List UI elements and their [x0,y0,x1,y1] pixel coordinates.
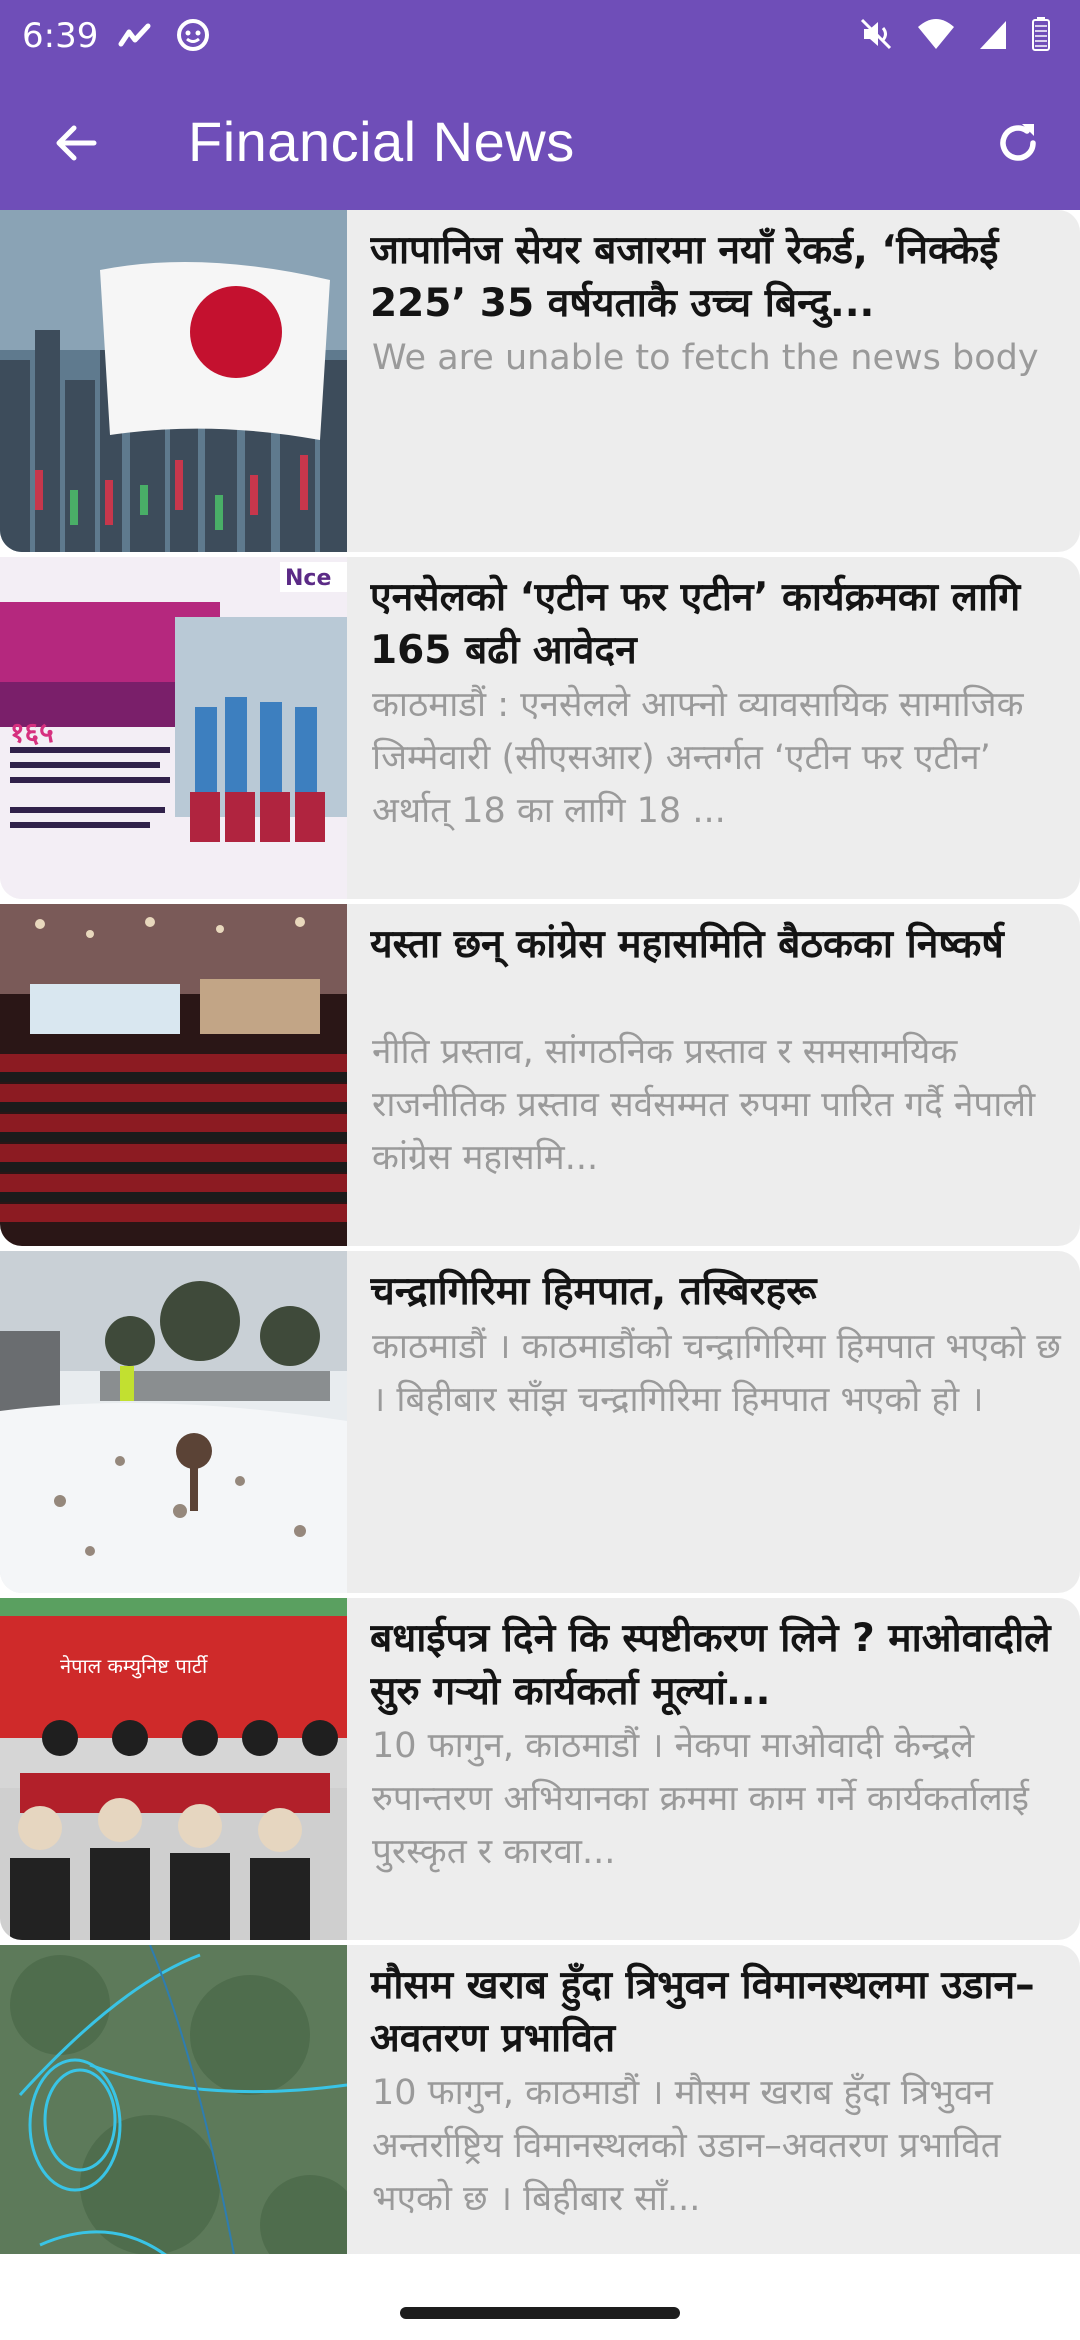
japan-flag-city-image [0,210,347,552]
battery-icon [1030,16,1052,56]
maoist-meeting-image: नेपाल कम्युनिष्ट पार्टी [0,1598,347,1940]
ncell-community-image: १६५ Nce [0,557,347,899]
news-item[interactable]: जापानिज सेयर बजारमा नयाँ रेकर्ड, ‘निक्के… [0,210,1080,552]
news-body: काठमाडौं : एनसेलले आफ्नो व्यावसायिक सामा… [372,685,1024,831]
news-title: यस्ता छन् कांग्रेस महासमिति बैठकका निष्क… [370,922,1004,967]
news-item[interactable]: १६५ Nce एनसेलको ‘एटीन फर एटीन’ कार्यक्रम… [0,557,1080,899]
arrow-left-icon [56,125,97,161]
svg-text:Nce: Nce [285,566,331,591]
mute-icon [858,16,894,56]
status-bar: 6:39 [0,0,1080,75]
page-title: Financial News [188,110,575,173]
news-title: एनसेलको ‘एटीन फर एटीन’ कार्यक्रमका लागि … [370,575,1021,673]
home-gesture-handle[interactable] [400,2307,680,2319]
news-body: नीति प्रस्ताव, सांगठनिक प्रस्ताव र समसाम… [372,1032,1036,1178]
congress-hall-image [0,904,347,1246]
news-title: चन्द्रागिरिमा हिमपात, तस्बिरहरू [370,1269,817,1314]
trend-icon [118,20,152,54]
navigation-bar [0,2275,1080,2340]
wifi-icon [916,17,956,55]
signal-icon [978,17,1008,55]
news-item[interactable]: नेपाल कम्युनिष्ट पार्टी बधाईपत्र दिने कि… [0,1598,1080,1940]
news-title: मौसम खराब हुँदा त्रिभुवन विमानस्थलमा उडा… [370,1963,1035,2061]
news-body: काठमाडौं । काठमाडौंको चन्द्रागिरिमा हिमप… [372,1327,1061,1420]
news-title: बधाईपत्र दिने कि स्पष्टीकरण लिने ? माओवा… [370,1616,1051,1714]
snowfall-image [0,1251,347,1593]
news-item[interactable]: चन्द्रागिरिमा हिमपात, तस्बिरहरू काठमाडौं… [0,1251,1080,1593]
svg-text:नेपाल कम्युनिष्ट पार्टी: नेपाल कम्युनिष्ट पार्टी [60,1654,208,1679]
back-button[interactable] [40,107,112,179]
svg-text:१६५: १६५ [10,716,54,749]
flight-map-image [0,1945,347,2287]
refresh-icon [1000,124,1036,161]
news-body: 10 फागुन, काठमाडौं । मौसम खराब हुँदा त्र… [372,2073,1001,2219]
news-body: 10 फागुन, काठमाडौं । नेकपा माओवादी केन्द… [372,1726,1029,1872]
app-bar: Financial News [0,75,1080,210]
news-item[interactable]: मौसम खराब हुँदा त्रिभुवन विमानस्थलमा उडा… [0,1945,1080,2287]
news-item[interactable]: यस्ता छन् कांग्रेस महासमिति बैठकका निष्क… [0,904,1080,1246]
news-title: जापानिज सेयर बजारमा नयाँ रेकर्ड, ‘निक्के… [370,228,999,326]
news-body: We are unable to fetch the news body [372,338,1039,378]
refresh-button[interactable] [982,107,1054,179]
emoji-icon [176,18,210,56]
status-time: 6:39 [22,16,99,56]
